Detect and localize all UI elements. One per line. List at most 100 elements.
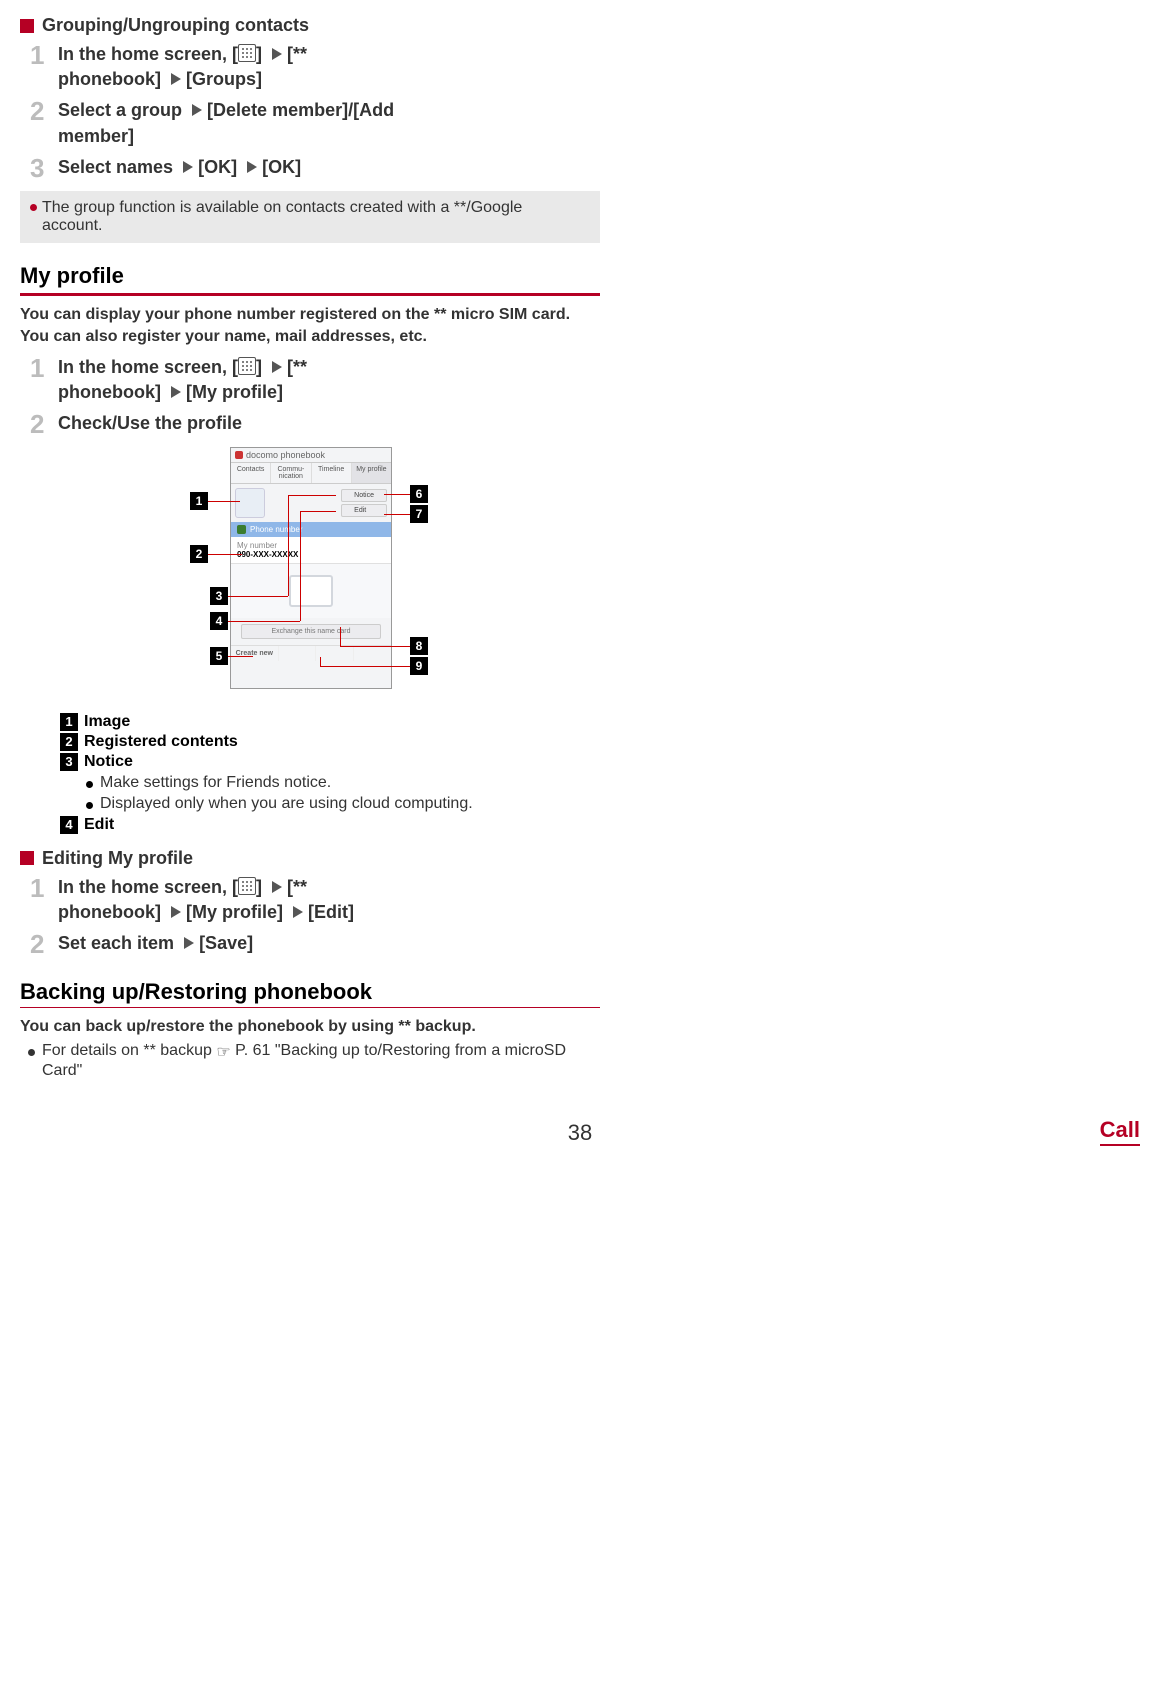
grouping-title-row: Grouping/Ungrouping contacts (20, 15, 600, 36)
callout-line (288, 495, 289, 596)
card-area (231, 564, 391, 618)
tab-timeline[interactable]: Timeline (312, 463, 352, 483)
name-card-icon (289, 575, 333, 607)
callout-num-9: 9 (410, 657, 428, 675)
text: [OK] (198, 157, 242, 177)
text: [** (287, 877, 307, 897)
chevron-right-icon (272, 881, 282, 893)
callout-badge: 1 (60, 713, 78, 731)
app-logo-icon (235, 451, 243, 459)
pointing-hand-icon: ☞ (216, 1042, 230, 1062)
callout-line (340, 646, 410, 647)
profile-screenshot: docomo phonebook Contacts Commu-nication… (130, 447, 490, 697)
callout-item-4: 4Edit (60, 816, 600, 834)
text: [** (287, 44, 307, 64)
myprofile-step-1: 1 In the home screen, [] [** phonebook] … (30, 355, 600, 405)
backup-bullet: For details on ** backup ☞ P. 61 "Backin… (20, 1042, 600, 1080)
step-number: 2 (30, 411, 56, 437)
text: [My profile] (186, 382, 283, 402)
page-content: Grouping/Ungrouping contacts 1 In the ho… (20, 15, 600, 1080)
step-body: In the home screen, [] [** phonebook] [M… (58, 875, 354, 925)
text: In the home screen, [ (58, 877, 238, 897)
phone-frame: docomo phonebook Contacts Commu-nication… (230, 447, 392, 689)
app-title: docomo phonebook (246, 450, 325, 460)
callout-line (300, 511, 301, 621)
bottom-slot[interactable] (315, 646, 353, 661)
callout-num-1: 1 (190, 492, 208, 510)
chevron-right-icon (272, 361, 282, 373)
grouping-title: Grouping/Ungrouping contacts (42, 15, 309, 36)
tab-communication[interactable]: Commu-nication (271, 463, 311, 483)
myprofile-step-2: 2 Check/Use the profile (30, 411, 600, 437)
phone-number-header: Phone number (231, 522, 391, 537)
bottom-slot[interactable] (353, 646, 391, 661)
phone-icon (237, 525, 246, 534)
callout-line (208, 554, 242, 555)
callout-line (320, 657, 321, 666)
callout-item-1: 1 Image (60, 713, 600, 731)
step-number: 2 (30, 931, 56, 957)
grouping-step-3: 3 Select names [OK] [OK] (30, 155, 600, 181)
chevron-right-icon (183, 161, 193, 173)
edit-button[interactable]: Edit (341, 504, 387, 517)
apps-grid-icon (238, 357, 256, 375)
page-footer: 38 Call (20, 1120, 1140, 1146)
page-number: 38 (20, 1120, 1140, 1146)
text: ] (256, 877, 267, 897)
create-new-button[interactable]: Create new (231, 646, 278, 661)
notice-button[interactable]: Notice (341, 489, 387, 502)
step-body: In the home screen, [] [** phonebook] [M… (58, 355, 307, 405)
step-body: Check/Use the profile (58, 411, 242, 437)
callout-num-7: 7 (410, 505, 428, 523)
text: phonebook] (58, 902, 166, 922)
callout-line (384, 514, 410, 515)
callout-label: Image (84, 713, 130, 731)
callout-num-2: 2 (190, 545, 208, 563)
callout-line (340, 627, 341, 646)
red-square-icon (20, 19, 34, 33)
step-number: 1 (30, 355, 56, 405)
callout-line (228, 621, 300, 622)
step-number: 2 (30, 98, 56, 148)
apps-grid-icon (238, 877, 256, 895)
callout-num-4: 4 (210, 612, 228, 630)
text: For details on ** backup (42, 1042, 216, 1059)
step-body: In the home screen, [] [** phonebook] [G… (58, 42, 307, 92)
text: In the home screen, [ (58, 357, 238, 377)
editing-title-row: Editing My profile (20, 848, 600, 869)
tab-my-profile[interactable]: My profile (352, 463, 391, 483)
grouping-note: The group function is available on conta… (20, 191, 600, 243)
chevron-right-icon (184, 937, 194, 949)
sub-bullet: Displayed only when you are using cloud … (78, 795, 600, 813)
step-number: 3 (30, 155, 56, 181)
text: ] (256, 44, 267, 64)
callout-num-5: 5 (210, 647, 228, 665)
bottom-row: Create new (231, 645, 391, 661)
callout-num-8: 8 (410, 637, 428, 655)
grouping-step-1: 1 In the home screen, [] [** phonebook] … (30, 42, 600, 92)
callout-line (384, 494, 410, 495)
footer-section-label: Call (1100, 1117, 1140, 1146)
exchange-card-button[interactable]: Exchange this name card (241, 624, 381, 639)
step-body: Select names [OK] [OK] (58, 155, 301, 181)
text: [Edit] (308, 902, 354, 922)
phone-tabs: Contacts Commu-nication Timeline My prof… (231, 462, 391, 484)
chevron-right-icon (272, 48, 282, 60)
divider (20, 1007, 600, 1008)
bottom-slot[interactable] (278, 646, 316, 661)
chevron-right-icon (192, 104, 202, 116)
callout-list: 1Image 2Registered contents 3Notice Make… (60, 713, 600, 834)
tab-contacts[interactable]: Contacts (231, 463, 271, 483)
divider (20, 293, 600, 296)
text: ] (256, 357, 267, 377)
text: [** (287, 357, 307, 377)
callout-badge: 3 (60, 753, 78, 771)
phone-number-body: My number 090-XXX-XXXXX (231, 537, 391, 564)
editing-step-1: 1 In the home screen, [] [** phonebook] … (30, 875, 600, 925)
chevron-right-icon (247, 161, 257, 173)
text: My number (237, 541, 385, 550)
callout-label: Registered contents (84, 733, 238, 751)
profile-row: Notice Edit (231, 484, 391, 522)
callout-label: Notice (84, 753, 133, 771)
backup-intro: You can back up/restore the phonebook by… (20, 1016, 600, 1038)
